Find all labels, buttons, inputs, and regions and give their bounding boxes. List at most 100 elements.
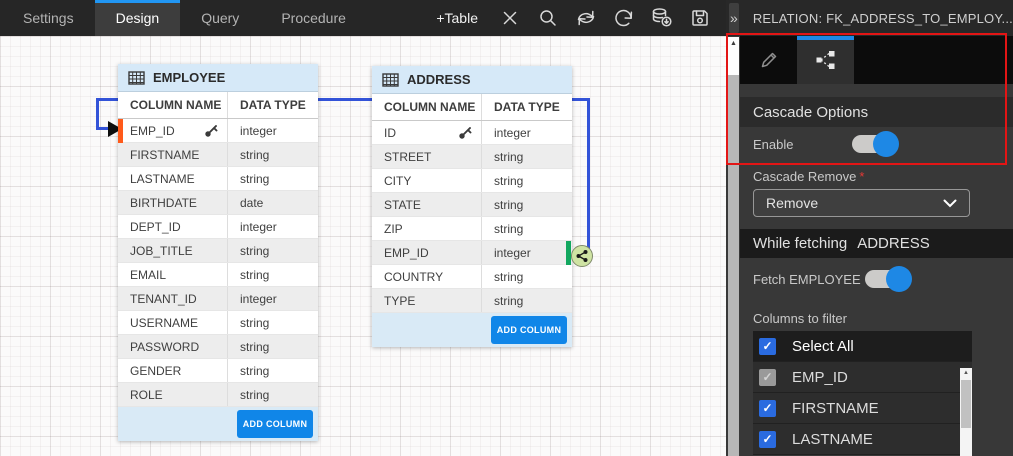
column-type: string <box>228 143 318 166</box>
top-toolbar: Settings Design Query Procedure +Table <box>0 0 726 36</box>
chevron-down-icon <box>943 199 957 208</box>
enable-toggle[interactable] <box>852 135 897 153</box>
table-header[interactable]: EMPLOYEE <box>118 64 318 92</box>
table-address[interactable]: ADDRESS COLUMN NAME DATA TYPE ID integer… <box>372 66 572 347</box>
add-column-button[interactable]: ADD COLUMN <box>237 410 313 438</box>
table-row[interactable]: FIRSTNAMEstring <box>118 143 318 167</box>
col-header-type: DATA TYPE <box>482 94 572 120</box>
col-header-name: COLUMN NAME <box>118 92 228 118</box>
column-name: EMP_ID <box>384 246 429 260</box>
while-fetching-header: While fetching ADDRESS <box>740 229 1013 258</box>
table-employee[interactable]: EMPLOYEE COLUMN NAME DATA TYPE EMP_ID in… <box>118 64 318 441</box>
table-row[interactable]: STREETstring <box>372 145 572 169</box>
table-column-headers: COLUMN NAME DATA TYPE <box>118 92 318 119</box>
column-filter-item[interactable]: ✓EMP_ID <box>753 362 972 393</box>
relation-line[interactable] <box>587 98 590 256</box>
table-row[interactable]: GENDER string <box>118 359 318 383</box>
table-row[interactable]: JOB_TITLEstring <box>118 239 318 263</box>
table-header[interactable]: ADDRESS <box>372 66 572 94</box>
scroll-up-icon[interactable]: ▲ <box>728 37 739 75</box>
select-value: Remove <box>766 195 818 211</box>
cascade-remove-label: Cascade Remove* <box>753 169 864 184</box>
column-filter-item[interactable]: ✓LASTNAME <box>753 424 972 455</box>
table-column-headers: COLUMN NAME DATA TYPE <box>372 94 572 121</box>
database-export-icon[interactable] <box>650 6 674 30</box>
table-row[interactable]: USERNAMEstring <box>118 311 318 335</box>
fetch-label: Fetch EMPLOYEE <box>753 272 865 287</box>
fetch-row: Fetch EMPLOYEE <box>753 266 910 292</box>
col-header-name: COLUMN NAME <box>372 94 482 120</box>
relation-line[interactable] <box>96 98 99 130</box>
add-table-button[interactable]: +Table <box>436 10 478 26</box>
tab-relation[interactable] <box>797 36 854 84</box>
fetch-toggle[interactable] <box>865 270 910 288</box>
table-row[interactable]: PASSWORDstring <box>118 335 318 359</box>
tab-edit[interactable] <box>740 36 797 84</box>
checkbox[interactable]: ✓ <box>759 338 776 355</box>
table-row[interactable]: STATEstring <box>372 193 572 217</box>
share-icon <box>575 249 589 263</box>
column-type: integer <box>228 215 318 238</box>
scrollbar-thumb[interactable] <box>961 380 971 428</box>
relation-icon <box>814 48 838 72</box>
close-icon[interactable] <box>498 6 522 30</box>
column-type: string <box>228 359 318 382</box>
panel-tabbar <box>740 36 1013 84</box>
table-row[interactable]: TYPEstring <box>372 289 572 313</box>
tab-settings[interactable]: Settings <box>2 0 95 36</box>
required-asterisk: * <box>859 169 864 184</box>
column-name: CITY <box>384 174 411 188</box>
panel-titlebar: » RELATION: FK_ADDRESS_TO_EMPLOY... <box>726 0 1013 36</box>
column-filter-item[interactable]: ✓FIRSTNAME <box>753 393 972 424</box>
scroll-up-icon[interactable]: ▲ <box>960 368 972 379</box>
table-footer: ADD COLUMN <box>118 407 318 441</box>
column-type: integer <box>482 241 572 264</box>
col-header-type: DATA TYPE <box>228 92 318 118</box>
table-row[interactable]: BIRTHDATE date <box>118 191 318 215</box>
table-row[interactable]: ROLEstring <box>118 383 318 407</box>
table-row[interactable]: TENANT_ID integer <box>118 287 318 311</box>
refresh-icon[interactable] <box>574 6 598 30</box>
table-grid-icon <box>382 73 399 87</box>
column-name: EMP_ID <box>130 124 175 138</box>
checkbox[interactable]: ✓ <box>759 369 776 386</box>
column-type: string <box>228 311 318 334</box>
key-icon <box>458 126 472 140</box>
table-row[interactable]: ZIPstring <box>372 217 572 241</box>
tab-procedure[interactable]: Procedure <box>260 0 367 36</box>
table-row[interactable]: LASTNAMEstring <box>118 167 318 191</box>
design-canvas[interactable]: EMPLOYEE COLUMN NAME DATA TYPE EMP_ID in… <box>0 36 726 456</box>
column-name: TENANT_ID <box>130 292 197 306</box>
tab-design[interactable]: Design <box>95 0 181 36</box>
table-row[interactable]: EMAILstring <box>118 263 318 287</box>
table-row[interactable]: EMP_ID integer <box>372 241 572 265</box>
table-row[interactable]: EMP_ID integer <box>118 119 318 143</box>
add-column-button[interactable]: ADD COLUMN <box>491 316 567 344</box>
tab-query[interactable]: Query <box>180 0 260 36</box>
column-name: BIRTHDATE <box>130 196 197 210</box>
list-scrollbar[interactable]: ▲ <box>960 368 972 456</box>
table-row[interactable]: CITYstring <box>372 169 572 193</box>
column-name: GENDER <box>130 364 181 378</box>
column-filter-item[interactable]: ✓Select All <box>753 331 972 362</box>
redo-icon[interactable] <box>612 6 636 30</box>
checkbox[interactable]: ✓ <box>759 431 776 448</box>
relation-connector[interactable] <box>571 245 593 267</box>
column-type: date <box>228 191 318 214</box>
fetching-table-name: ADDRESS <box>857 235 930 252</box>
save-icon[interactable] <box>688 6 712 30</box>
cascade-remove-select[interactable]: Remove <box>753 189 970 217</box>
search-icon[interactable] <box>536 6 560 30</box>
column-name: DEPT_ID <box>130 220 181 234</box>
table-row[interactable]: COUNTRYstring <box>372 265 572 289</box>
panel-scrollbar[interactable]: ▲ <box>728 37 739 456</box>
checkbox[interactable]: ✓ <box>759 400 776 417</box>
table-row[interactable]: DEPT_ID integer <box>118 215 318 239</box>
table-row[interactable]: ID integer <box>372 121 572 145</box>
column-type: integer <box>228 287 318 310</box>
column-type: integer <box>482 121 572 144</box>
collapse-panel-icon[interactable]: » <box>729 3 739 33</box>
key-icon <box>204 124 218 138</box>
column-name: TYPE <box>384 294 415 308</box>
table-rows: EMP_ID integerFIRSTNAMEstringLASTNAMEstr… <box>118 119 318 407</box>
